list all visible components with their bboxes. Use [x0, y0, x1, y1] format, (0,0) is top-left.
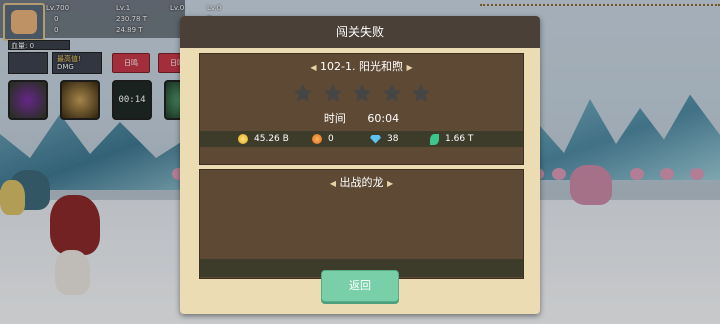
dialog-title: 闯关失败: [180, 16, 540, 48]
stage-name-row: ◀ 102-1. 阳光和煦 ▶: [200, 58, 523, 74]
right-arrow-icon: ▶: [387, 179, 394, 188]
time-row: 时间 60:04: [200, 110, 523, 126]
star-icon: [381, 82, 403, 104]
stage-name: 102-1. 阳光和煦: [320, 60, 403, 73]
reward-diamond: 38: [370, 131, 398, 147]
reward-leaf: 1.66 T: [430, 131, 473, 147]
star-icon: [351, 82, 373, 104]
reward-diamond-value: 38: [387, 134, 399, 144]
left-arrow-icon: ◀: [310, 63, 317, 72]
diamond-icon: [370, 134, 381, 144]
reward-leaf-value: 1.66 T: [445, 134, 474, 144]
star-rating: [292, 82, 432, 104]
dragons-title: 出战的龙: [339, 176, 384, 189]
reward-strip: 45.26 B 0 38 1.66 T: [200, 131, 523, 147]
star-icon: [292, 82, 314, 104]
dragons-title-row: ◀ 出战的龙 ▶: [200, 174, 523, 190]
right-arrow-icon: ▶: [406, 63, 413, 72]
reward-orange-value: 0: [328, 134, 334, 144]
time-label: 时间: [323, 112, 346, 125]
stage-failed-dialog: 闯关失败 ◀ 102-1. 阳光和煦 ▶ 时间 60:04 45.26 B 0 …: [180, 16, 540, 314]
star-icon: [322, 82, 344, 104]
orange-coin-icon: [312, 134, 322, 144]
deployed-dragons-panel: ◀ 出战的龙 ▶: [199, 169, 524, 279]
green-leaf-icon: [430, 133, 439, 145]
star-icon: [410, 82, 432, 104]
stage-result-panel: ◀ 102-1. 阳光和煦 ▶ 时间 60:04 45.26 B 0 38 1.…: [199, 53, 524, 165]
gold-coin-icon: [238, 134, 248, 144]
reward-gold-value: 45.26 B: [254, 134, 289, 144]
time-value: 60:04: [367, 112, 400, 125]
reward-gold: 45.26 B: [238, 131, 289, 147]
left-arrow-icon: ◀: [329, 179, 336, 188]
reward-orange: 0: [312, 131, 334, 147]
back-button[interactable]: 返回: [321, 270, 399, 302]
